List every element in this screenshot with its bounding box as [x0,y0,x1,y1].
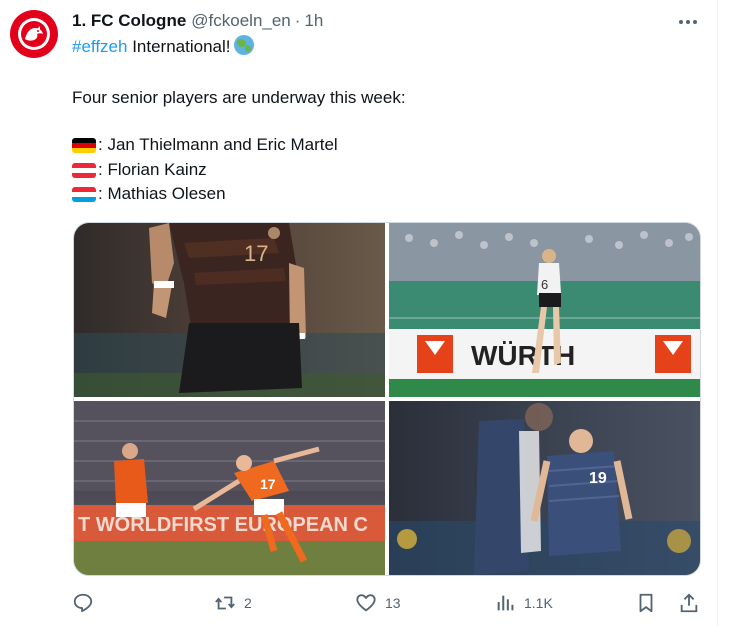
germany-flag-icon [72,137,96,153]
post-line-germany: : Jan Thielmann and Eric Martel [72,133,338,157]
photo-germany-player-6-image: WÜRTH 6 [389,223,700,397]
reply-button[interactable] [72,589,94,617]
post-line-text: : Florian Kainz [98,160,207,179]
post-line-text: : Mathias Olesen [98,184,226,203]
like-icon [356,594,376,612]
photo-luxembourg-player-19-image: 19 [389,403,700,575]
media-grid: 17 WÜRTH 6 T WORLDFIRST EUROPEAN C 17 19 [73,222,701,576]
avatar[interactable] [10,10,58,58]
hashtag-link[interactable]: #effzeh [72,37,127,56]
more-options-button[interactable] [676,12,700,32]
luxembourg-flag-icon [72,186,96,202]
repost-button[interactable]: 2 [214,589,252,617]
jersey-number: 19 [589,470,607,487]
photo-germany-player-6[interactable]: WÜRTH 6 [389,223,700,397]
repost-count: 2 [244,595,252,611]
post-headline: #effzeh International! [72,35,255,59]
reply-icon [73,593,93,613]
like-count: 13 [385,595,401,611]
author-name[interactable]: 1. FC Cologne [72,11,186,31]
repost-icon [215,596,235,610]
fc-cologne-logo-icon [18,18,50,50]
globe-icon [234,35,255,55]
views-icon [497,595,514,611]
views-button[interactable]: 1.1K [494,589,553,617]
jersey-number: 17 [260,476,276,492]
jersey-number: 6 [541,277,548,292]
post-time[interactable]: 1h [304,11,323,31]
photo-austria-player-17[interactable]: T WORLDFIRST EUROPEAN C 17 [74,401,385,575]
like-button[interactable]: 13 [355,589,401,617]
bookmark-button[interactable] [635,589,657,617]
share-icon [680,593,698,613]
post-line-text: : Jan Thielmann and Eric Martel [98,135,338,154]
share-button[interactable] [678,589,700,617]
photo-austria-player-17-image: T WORLDFIRST EUROPEAN C 17 [74,401,385,575]
timeline-divider [717,0,718,626]
post-line-austria: : Florian Kainz [72,158,207,182]
bookmark-icon [639,593,653,613]
separator-dot: · [294,11,301,30]
headline-text: International! [127,37,231,56]
post-intro: Four senior players are underway this we… [72,88,406,107]
author-handle[interactable]: @fckoeln_en [191,11,291,31]
post-line-luxembourg: : Mathias Olesen [72,182,226,206]
jersey-number: 17 [244,241,268,266]
more-horizontal-icon [679,20,697,24]
views-count: 1.1K [524,595,553,611]
post-header: 1. FC Cologne @fckoeln_en · 1h [72,11,323,31]
photo-germany-player-17[interactable]: 17 [74,223,385,397]
post-actions: 2 13 1.1K [72,589,712,617]
austria-flag-icon [72,162,96,178]
photo-luxembourg-player-19[interactable]: 19 [389,401,700,575]
board-text: T WORLDFIRST EUROPEAN C [78,514,368,536]
photo-germany-player-17-image: 17 [74,223,385,397]
